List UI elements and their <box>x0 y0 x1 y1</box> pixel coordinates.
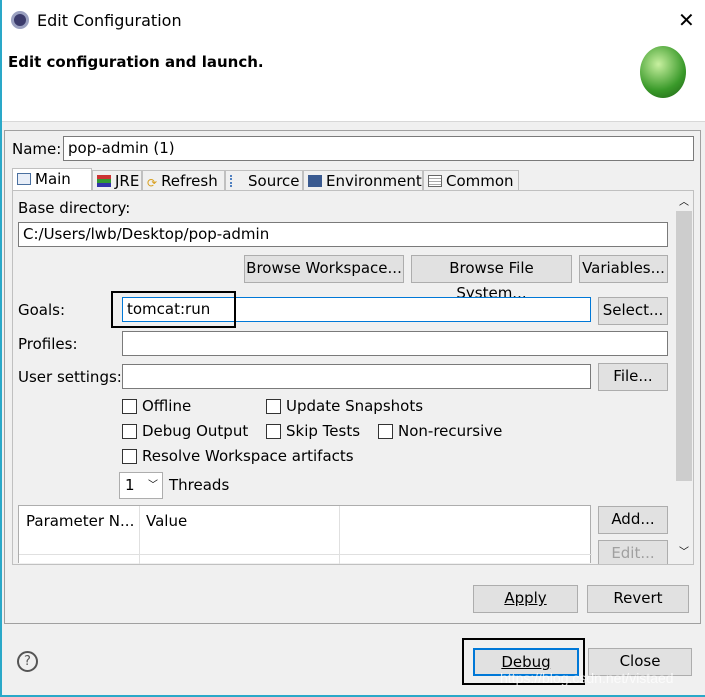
apply-button[interactable]: Apply <box>473 585 578 613</box>
base-directory-label: Base directory: <box>18 199 131 217</box>
resolve-workspace-label: Resolve Workspace artifacts <box>142 447 354 465</box>
tab-source[interactable]: Source <box>225 170 303 191</box>
name-label: Name: <box>12 140 62 158</box>
refresh-icon: ⟳ <box>147 176 158 190</box>
common-icon <box>428 175 442 187</box>
add-button[interactable]: Add... <box>598 506 668 534</box>
tab-common[interactable]: Common <box>423 170 519 191</box>
non-recursive-label: Non-recursive <box>398 422 503 440</box>
resolve-workspace-checkbox[interactable] <box>122 449 137 464</box>
main-tab-icon <box>17 173 31 185</box>
browse-file-system-button[interactable]: Browse File System... <box>411 255 572 302</box>
bug-icon <box>640 46 686 98</box>
chevron-down-icon: ﹀ <box>148 480 158 491</box>
debug-output-checkbox[interactable] <box>122 424 137 439</box>
title-bar: Edit Configuration ✕ <box>2 0 705 42</box>
tab-environment[interactable]: Environment <box>303 170 423 191</box>
variables-button[interactable]: Variables... <box>579 255 668 283</box>
vertical-scrollbar[interactable]: ︿ ﹀ <box>675 191 693 564</box>
close-window-icon[interactable]: ✕ <box>678 8 695 32</box>
scrollbar-thumb[interactable] <box>676 211 692 481</box>
threads-select[interactable]: 1 ﹀ <box>119 472 163 499</box>
offline-checkbox[interactable] <box>122 399 137 414</box>
profiles-input[interactable] <box>122 331 668 356</box>
scroll-up-icon[interactable]: ︿ <box>679 193 689 208</box>
goals-label: Goals: <box>18 301 66 319</box>
debug-output-label: Debug Output <box>142 422 249 440</box>
eclipse-icon <box>11 11 29 29</box>
non-recursive-checkbox[interactable] <box>378 424 393 439</box>
parameters-table[interactable]: Parameter N... Value <box>18 505 592 564</box>
select-button[interactable]: Select... <box>598 297 668 325</box>
update-snapshots-checkbox[interactable] <box>266 399 281 414</box>
watermark: https://blog.csdn.net/vistaed <box>500 670 674 686</box>
edit-button[interactable]: Edit... <box>598 540 668 564</box>
user-settings-label: User settings: <box>18 368 122 386</box>
column-divider <box>339 506 340 564</box>
profiles-label: Profiles: <box>18 335 78 353</box>
header-area: Edit configuration and launch. <box>2 42 705 122</box>
skip-tests-checkbox[interactable] <box>266 424 281 439</box>
tab-jre[interactable]: JRE <box>92 170 142 191</box>
user-settings-input[interactable] <box>122 364 591 389</box>
tab-main[interactable]: Main <box>12 168 92 191</box>
update-snapshots-label: Update Snapshots <box>286 397 424 415</box>
base-directory-input[interactable]: C:/Users/lwb/Desktop/pop-admin <box>18 222 668 247</box>
browse-workspace-button[interactable]: Browse Workspace... <box>244 255 404 283</box>
window-title: Edit Configuration <box>37 11 182 30</box>
library-icon <box>97 175 111 187</box>
source-icon <box>230 175 244 187</box>
offline-label: Offline <box>142 397 192 415</box>
threads-label: Threads <box>169 476 230 494</box>
row-divider <box>19 554 592 555</box>
name-input[interactable]: pop-admin (1) <box>63 136 694 161</box>
column-header-parameter[interactable]: Parameter N... <box>26 512 138 530</box>
scroll-down-icon[interactable]: ﹀ <box>679 543 689 558</box>
file-button[interactable]: File... <box>598 363 668 391</box>
header-title: Edit configuration and launch. <box>8 53 264 71</box>
column-divider <box>139 506 140 564</box>
tab-refresh[interactable]: ⟳ Refresh <box>142 170 225 191</box>
environment-icon <box>308 175 322 187</box>
skip-tests-label: Skip Tests <box>286 422 361 440</box>
column-header-value[interactable]: Value <box>146 512 187 530</box>
goals-highlight-box <box>111 291 236 328</box>
revert-button[interactable]: Revert <box>587 585 689 613</box>
help-icon[interactable]: ? <box>17 651 38 672</box>
